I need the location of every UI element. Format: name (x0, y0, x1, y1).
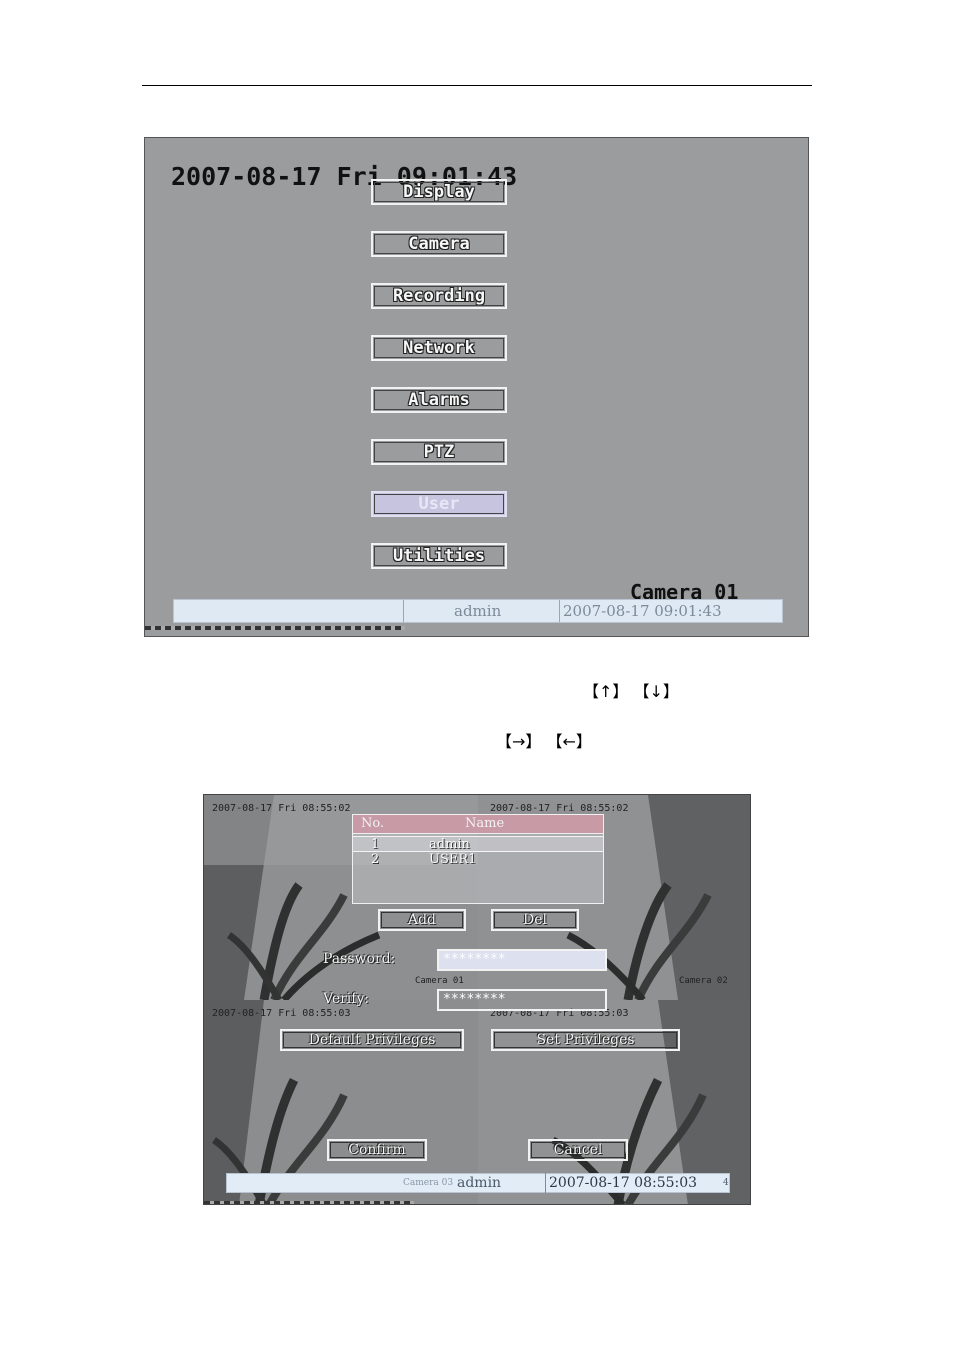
delete-user-button[interactable]: Del (491, 909, 579, 931)
status-bar: admin 2007-08-17 09:01:43 (173, 599, 783, 623)
table-row[interactable]: 1 admin (353, 836, 603, 852)
video-noise-strip (145, 626, 405, 630)
row-no: 2 (371, 852, 380, 867)
default-privileges-button[interactable]: Default Privileges (280, 1029, 464, 1051)
table-row[interactable]: 2 USER1 (353, 852, 603, 868)
menu-display-button[interactable]: Display (371, 179, 507, 205)
row-name: admin (429, 837, 470, 852)
right-left-keys: 【→】 【←】 (496, 732, 592, 751)
column-header-name: Name (465, 816, 505, 831)
camera-3-time: 2007-08-17 Fri 08:55:03 (212, 1008, 351, 1019)
status-camera-ghost: Camera 03 (403, 1178, 454, 1188)
video-noise-strip (204, 1201, 414, 1204)
row-name: USER1 (429, 852, 477, 867)
confirm-button[interactable]: Confirm (327, 1139, 427, 1161)
column-header-no: No. (361, 816, 385, 831)
verify-field[interactable]: ******** (437, 989, 607, 1011)
camera-1-label: Camera 01 (415, 976, 464, 986)
cancel-button[interactable]: Cancel (528, 1139, 628, 1161)
status-suffix: 4 (723, 1178, 729, 1188)
menu-ptz-button[interactable]: PTZ (371, 439, 507, 465)
add-user-button[interactable]: Add (378, 909, 466, 931)
menu-camera-button[interactable]: Camera (371, 231, 507, 257)
password-field[interactable]: ******** (437, 949, 607, 971)
status-datetime: 2007-08-17 09:01:43 (563, 602, 722, 620)
user-table: No. Name 1 admin 2 USER1 (352, 814, 604, 904)
up-down-keys: 【↑】 【↓】 (583, 682, 679, 701)
menu-network-button[interactable]: Network (371, 335, 507, 361)
status-bar: Camera 03 admin 2007-08-17 08:55:03 4 (226, 1173, 730, 1193)
verify-label: Verify: (323, 991, 370, 1007)
password-label: Password: (323, 951, 396, 967)
user-table-header: No. Name (353, 815, 603, 834)
set-privileges-button[interactable]: Set Privileges (491, 1029, 680, 1051)
main-menu-screen: 2007-08-17 Fri 09:01:43 Display Camera R… (144, 137, 809, 637)
status-user: admin (457, 1175, 502, 1191)
status-divider (559, 600, 560, 622)
menu-alarms-button[interactable]: Alarms (371, 387, 507, 413)
menu-user-button[interactable]: User (371, 491, 507, 517)
status-divider (403, 600, 404, 622)
camera-2-label: Camera 02 (679, 976, 728, 986)
camera-1-time: 2007-08-17 Fri 08:55:02 (212, 803, 351, 814)
header-rule (142, 85, 812, 86)
menu-utilities-button[interactable]: Utilities (371, 543, 507, 569)
status-divider (545, 1173, 546, 1193)
menu-recording-button[interactable]: Recording (371, 283, 507, 309)
camera-2-time: 2007-08-17 Fri 08:55:02 (490, 803, 629, 814)
status-user: admin (454, 602, 502, 620)
row-no: 1 (371, 837, 380, 852)
user-management-screen: 2007-08-17 Fri 08:55:02 2007-08-17 Fri 0… (203, 794, 751, 1205)
status-datetime: 2007-08-17 08:55:03 (549, 1175, 698, 1191)
